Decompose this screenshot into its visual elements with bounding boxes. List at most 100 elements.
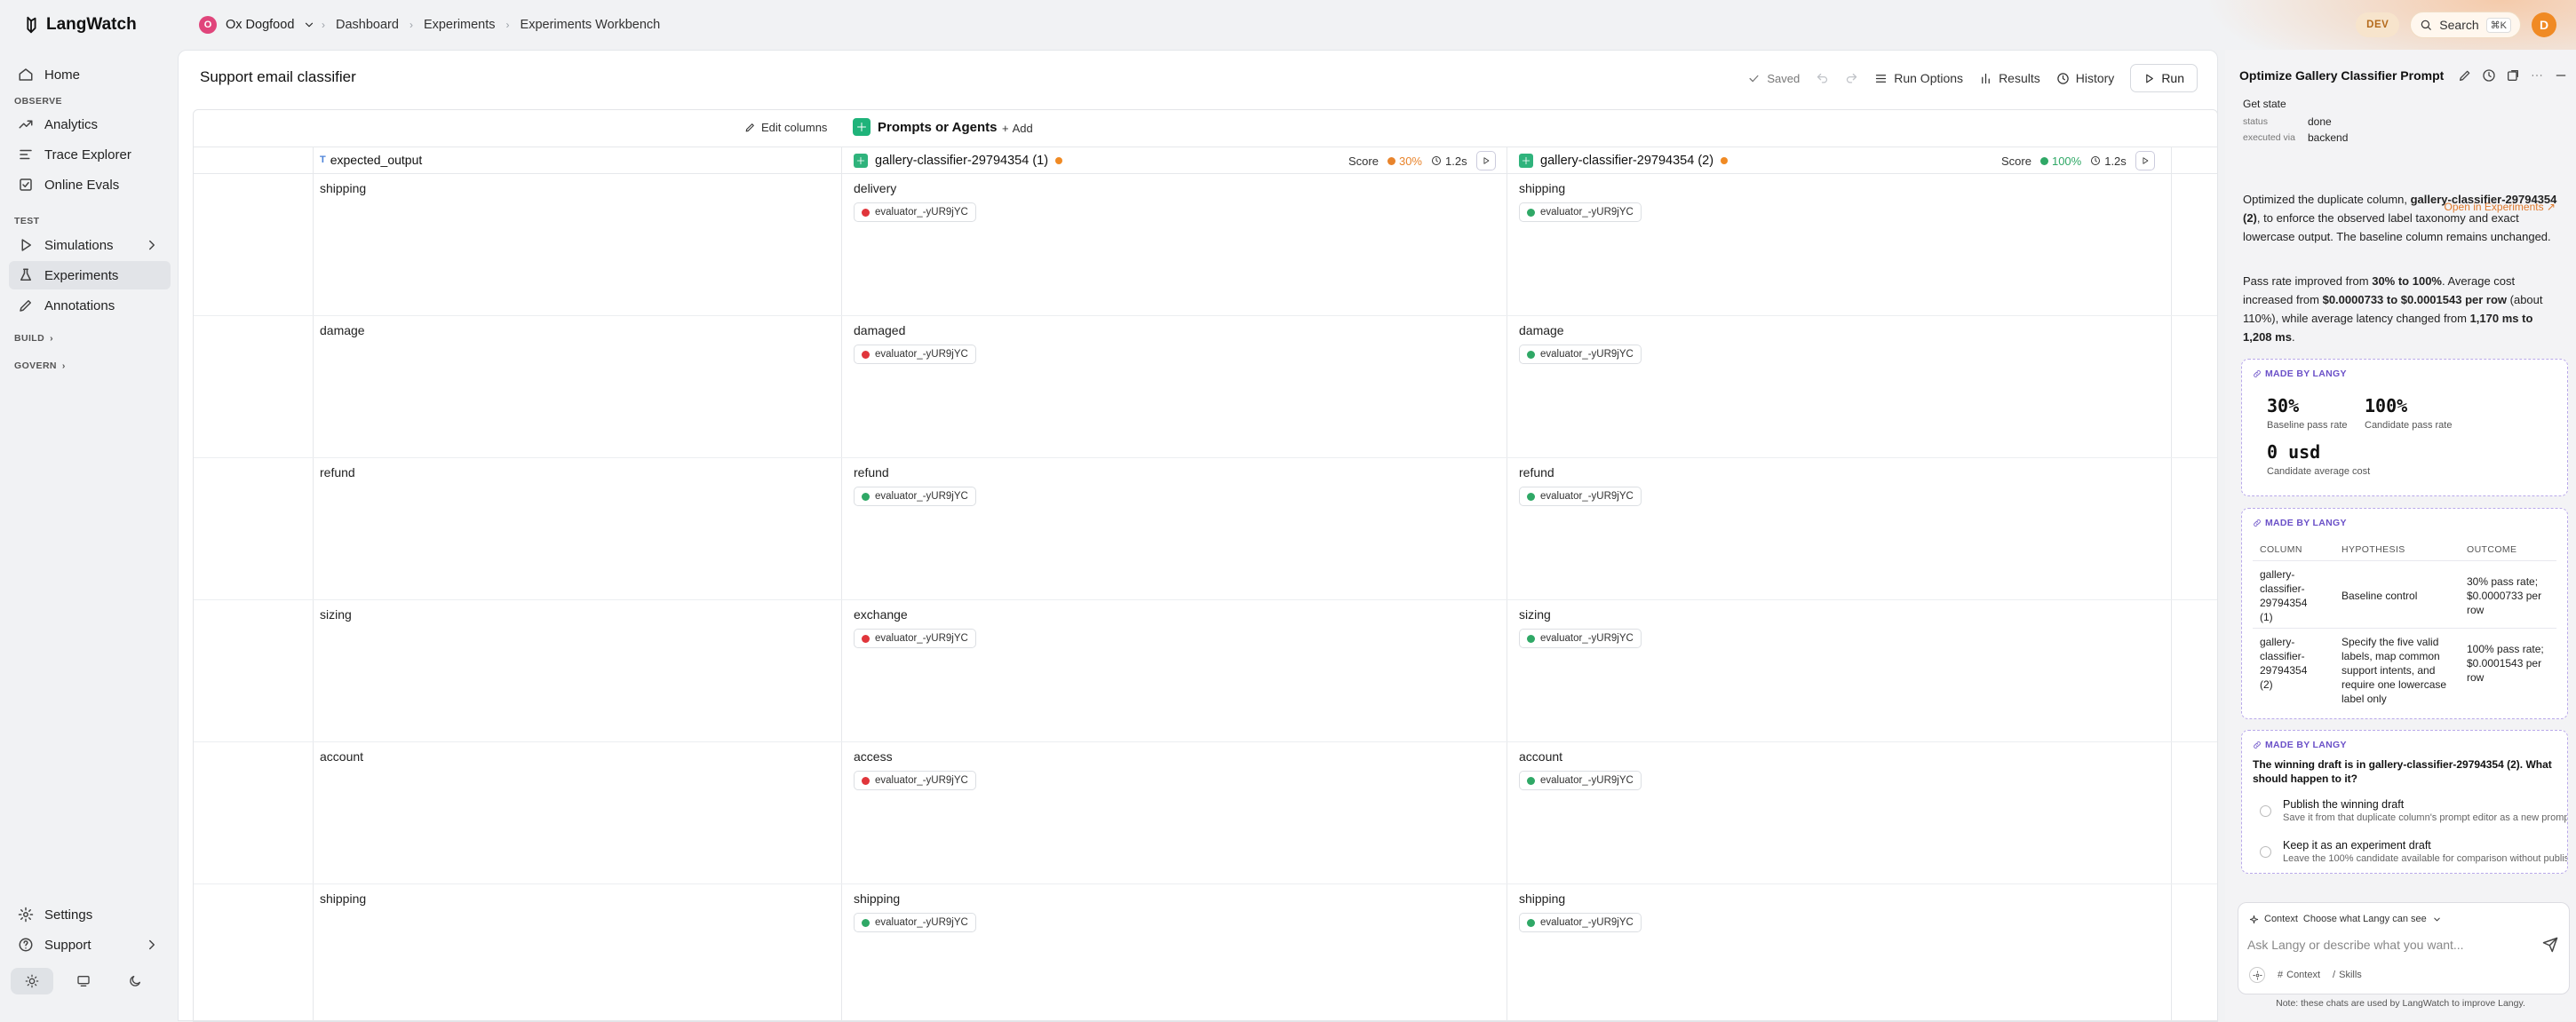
sidebar-item-settings[interactable]: Settings <box>9 900 171 929</box>
results-button[interactable]: Results <box>1979 71 2040 85</box>
search-button[interactable]: Search ⌘K <box>2410 12 2521 38</box>
sidebar-item-home[interactable]: Home <box>9 60 171 89</box>
score-text: 30% <box>1398 154 1422 168</box>
grid-toolbar: Edit columns Prompts or Agents + Add <box>194 110 2217 147</box>
table-header: COLUMN <box>2260 544 2302 555</box>
context-button[interactable]: # Context <box>2278 970 2320 980</box>
evaluator-chip[interactable]: evaluator_-yUR9jYC <box>854 202 976 222</box>
play-icon <box>18 237 34 253</box>
redo-button[interactable] <box>1845 72 1858 85</box>
table-row[interactable]: shipping shipping shipping evaluator_-yUR9j… <box>194 884 2217 1021</box>
workbench-toolbar: Saved Run Options Results History Run <box>1747 64 2198 92</box>
evaluator-chip[interactable]: evaluator_-yUR9jYC <box>1519 202 1642 222</box>
help-circle-icon <box>18 937 34 953</box>
sidebar-item-analytics[interactable]: Analytics <box>9 110 171 139</box>
model-output-cell[interactable]: refund <box>1519 465 1554 479</box>
breadcrumb-experiments[interactable]: Experiments <box>424 18 496 32</box>
evaluator-chip[interactable]: evaluator_-yUR9jYC <box>1519 771 1642 790</box>
text: Optimized the duplicate column, <box>2243 193 2411 206</box>
chat-input[interactable] <box>2247 933 2532 956</box>
evaluator-chip[interactable]: evaluator_-yUR9jYC <box>854 345 976 364</box>
sidebar-item-support[interactable]: Support <box>9 931 171 959</box>
evaluator-chip[interactable]: evaluator_-yUR9jYC <box>854 771 976 790</box>
undo-button[interactable] <box>1816 72 1829 85</box>
evaluator-chip[interactable]: evaluator_-yUR9jYC <box>1519 629 1642 648</box>
model-column-header-1[interactable]: gallery-classifier-29794354 (1) <box>854 147 1063 174</box>
model-output-cell[interactable]: account <box>1519 749 1562 764</box>
edit-icon[interactable] <box>2458 68 2472 83</box>
edit-columns-button[interactable]: Edit columns <box>744 121 827 134</box>
expected-output-cell[interactable]: shipping <box>320 891 366 906</box>
run-column-button[interactable] <box>2135 151 2155 170</box>
history-icon[interactable] <box>2482 68 2496 83</box>
run-column-button[interactable] <box>1475 151 1496 170</box>
option-keep-draft[interactable]: Keep it as an experiment draft Leave the… <box>2260 837 2567 868</box>
expected-output-header[interactable]: Texpected_output <box>320 153 422 167</box>
sidebar-item-annotations[interactable]: Annotations <box>9 291 171 320</box>
send-icon[interactable] <box>2542 937 2558 953</box>
evaluator-chip[interactable]: evaluator_-yUR9jYC <box>1519 345 1642 364</box>
sidebar-item-simulations[interactable]: Simulations <box>9 231 171 259</box>
model-output-cell[interactable]: shipping <box>1519 181 1565 195</box>
table-row[interactable]: account access account evaluator_-yUR9jYC ev… <box>194 742 2217 884</box>
section-test: TEST <box>14 216 40 226</box>
minimize-icon[interactable] <box>2554 68 2568 83</box>
status-key: status <box>2243 116 2269 127</box>
model-output-cell[interactable]: exchange <box>854 607 908 622</box>
pass-dot <box>1527 634 1535 643</box>
breadcrumb-dashboard[interactable]: Dashboard <box>336 18 399 32</box>
sidebar-item-online-evals[interactable]: Online Evals <box>9 170 171 199</box>
run-options-button[interactable]: Run Options <box>1874 71 1963 85</box>
model-column-header-2[interactable]: gallery-classifier-29794354 (2) <box>1519 147 1729 174</box>
sidebar-item-trace-explorer[interactable]: Trace Explorer <box>9 140 171 169</box>
table-row[interactable]: damage damaged damage evaluator_-yUR9jYC eva… <box>194 316 2217 458</box>
more-icon[interactable] <box>2530 68 2544 83</box>
model-output-cell[interactable]: refund <box>854 465 889 479</box>
monitor-icon <box>76 974 91 988</box>
evaluator-chip[interactable]: evaluator_-yUR9jYC <box>1519 913 1642 932</box>
check-icon <box>1747 72 1761 85</box>
app-logo[interactable]: LangWatch <box>21 12 137 37</box>
model-output-cell[interactable]: shipping <box>1519 891 1565 906</box>
table-row[interactable]: shipping delivery shipping evaluator_-yUR9j… <box>194 174 2217 316</box>
model-output-cell[interactable]: sizing <box>1519 607 1551 622</box>
expected-output-cell[interactable]: sizing <box>320 607 352 622</box>
model-output-cell[interactable]: access <box>854 749 893 764</box>
table-row[interactable]: refund refund refund evaluator_-yUR9jYC eval… <box>194 458 2217 600</box>
table-row[interactable]: sizing exchange sizing evaluator_-yUR9jYC ev… <box>194 600 2217 742</box>
theme-light-button[interactable] <box>11 968 53 994</box>
context-selector[interactable]: Context Choose what Langy can see <box>2249 914 2442 924</box>
expected-output-cell[interactable]: shipping <box>320 181 366 195</box>
popout-icon[interactable] <box>2506 68 2520 83</box>
model-output-cell[interactable]: delivery <box>854 181 896 195</box>
expected-output-cell[interactable]: damage <box>320 323 365 337</box>
expected-output-cell[interactable]: account <box>320 749 363 764</box>
model-output-cell[interactable]: damaged <box>854 323 905 337</box>
experiment-title[interactable]: Support email classifier <box>200 68 356 86</box>
model-output-cell[interactable]: shipping <box>854 891 900 906</box>
sidebar-item-experiments[interactable]: Experiments <box>9 261 171 289</box>
evaluator-chip[interactable]: evaluator_-yUR9jYC <box>854 629 976 648</box>
evaluator-chip[interactable]: evaluator_-yUR9jYC <box>854 913 976 932</box>
section-govern[interactable]: GOVERN › <box>14 360 66 371</box>
expected-output-cell[interactable]: refund <box>320 465 355 479</box>
theme-system-button[interactable] <box>62 968 105 994</box>
add-column-button[interactable]: + Add <box>1002 122 1033 135</box>
section-build[interactable]: BUILD › <box>14 333 53 344</box>
breadcrumb-workbench[interactable]: Experiments Workbench <box>521 18 661 32</box>
theme-dark-button[interactable] <box>114 968 156 994</box>
option-publish[interactable]: Publish the winning draft Save it from t… <box>2260 796 2567 827</box>
org-name: Ox Dogfood <box>226 18 295 32</box>
search-shortcut: ⌘K <box>2485 17 2511 33</box>
settings-button[interactable] <box>2249 967 2265 983</box>
evaluator-name: evaluator_-yUR9jYC <box>1540 349 1634 360</box>
model-output-cell[interactable]: damage <box>1519 323 1564 337</box>
env-badge: DEV <box>2356 12 2400 37</box>
evaluator-chip[interactable]: evaluator_-yUR9jYC <box>1519 487 1642 506</box>
history-button[interactable]: History <box>2056 71 2114 85</box>
user-avatar[interactable]: D <box>2532 12 2556 37</box>
run-button[interactable]: Run <box>2130 64 2198 92</box>
skills-button[interactable]: / Skills <box>2333 970 2362 980</box>
org-switcher[interactable]: O Ox Dogfood <box>199 12 315 37</box>
evaluator-chip[interactable]: evaluator_-yUR9jYC <box>854 487 976 506</box>
